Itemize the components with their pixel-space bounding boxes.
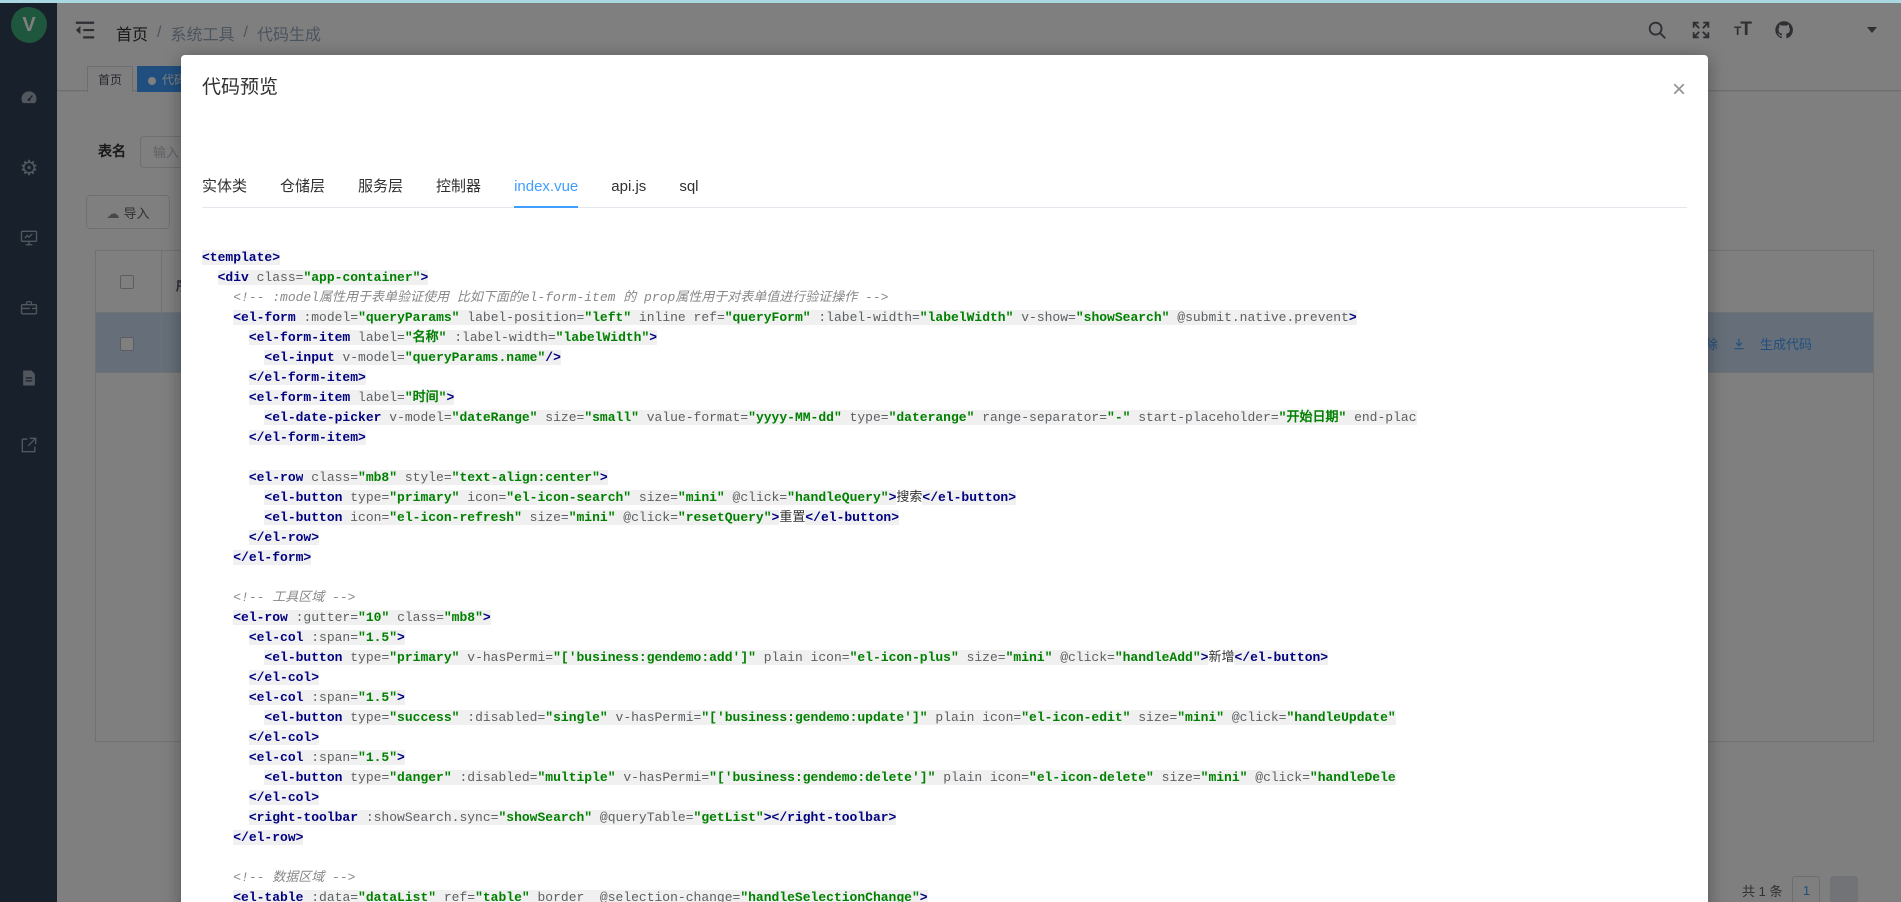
tab-index-vue[interactable]: index.vue [514,167,578,207]
code-line: <el-row class="mb8" style="text-align:ce… [202,468,1690,488]
app-root: V ⚙ 首页 / 系统工具 / 代码生成 [0,0,1901,902]
code-line: <!-- 数据区域 --> [202,868,1690,888]
tab-api-js[interactable]: api.js [611,167,646,207]
code-line: </el-col> [202,728,1690,748]
tab-sql[interactable]: sql [679,167,698,207]
code-line: <!-- 工具区域 --> [202,588,1690,608]
tab-entity[interactable]: 实体类 [202,167,247,207]
code-line: </el-row> [202,528,1690,548]
top-progress-strip [0,0,1901,3]
code-line: <el-col :span="1.5"> [202,688,1690,708]
code-line: <el-button type="primary" icon="el-icon-… [202,488,1690,508]
code-line: <el-input v-model="queryParams.name"/> [202,348,1690,368]
tab-controller[interactable]: 控制器 [436,167,481,207]
code-line [202,448,1690,468]
code-line: <div class="app-container"> [202,268,1690,288]
code-line: <right-toolbar :showSearch.sync="showSea… [202,808,1690,828]
code-line: <el-form-item label="时间"> [202,388,1690,408]
code-line: <el-button type="primary" v-hasPermi="['… [202,648,1690,668]
code-line [202,568,1690,588]
tab-repository[interactable]: 仓储层 [280,167,325,207]
code-line [202,848,1690,868]
code-block: <template> <div class="app-container"> <… [202,248,1690,902]
code-line: <el-form :model="queryParams" label-posi… [202,308,1690,328]
tab-service[interactable]: 服务层 [358,167,403,207]
code-line: </el-form> [202,548,1690,568]
code-line: <el-button type="danger" :disabled="mult… [202,768,1690,788]
code-line: </el-form-item> [202,368,1690,388]
code-preview-dialog: 代码预览 × 实体类 仓储层 服务层 控制器 index.vue api.js … [181,55,1708,902]
code-line: </el-row> [202,828,1690,848]
code-line: <el-col :span="1.5"> [202,628,1690,648]
code-line: </el-col> [202,788,1690,808]
code-line: <el-button type="success" :disabled="sin… [202,708,1690,728]
dialog-title: 代码预览 [202,72,278,99]
code-line: </el-form-item> [202,428,1690,448]
code-line: <el-row :gutter="10" class="mb8"> [202,608,1690,628]
code-line: <el-form-item label="名称" :label-width="l… [202,328,1690,348]
code-line: </el-col> [202,668,1690,688]
code-tabs: 实体类 仓储层 服务层 控制器 index.vue api.js sql [202,167,1687,208]
code-line: <el-table :data="dataList" ref="table" b… [202,888,1690,902]
code-line: <el-date-picker v-model="dateRange" size… [202,408,1690,428]
close-icon[interactable]: × [1672,81,1686,99]
code-line: <template> [202,248,1690,268]
code-line: <el-col :span="1.5"> [202,748,1690,768]
code-line: <!-- :model属性用于表单验证使用 比如下面的el-form-item … [202,288,1690,308]
code-line: <el-button icon="el-icon-refresh" size="… [202,508,1690,528]
